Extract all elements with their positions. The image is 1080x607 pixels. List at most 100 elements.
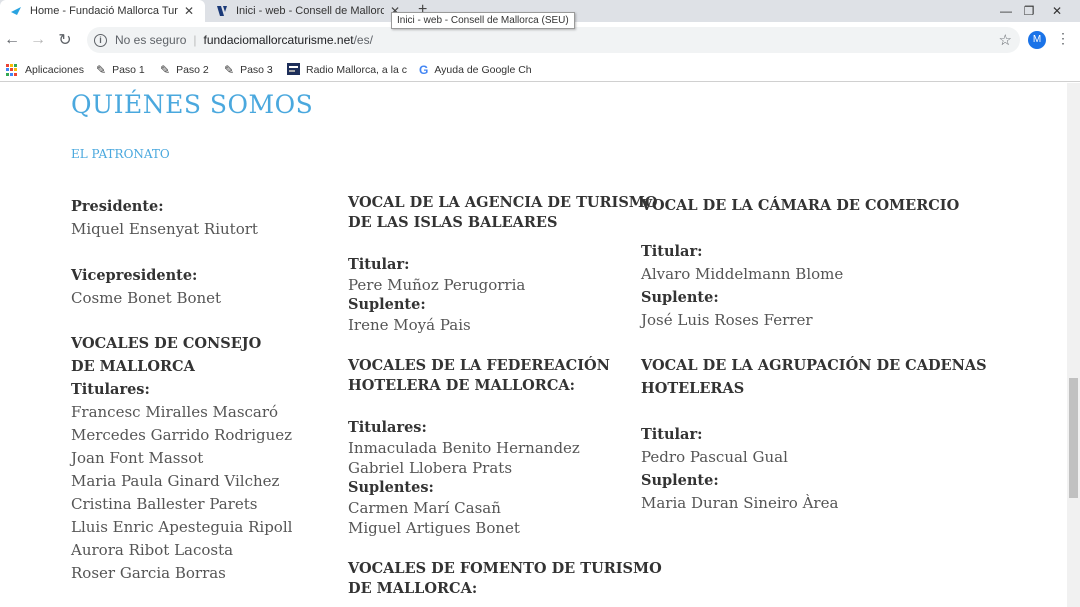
tab-title: Home - Fundació Mallorca Turisme xyxy=(30,5,178,17)
titular-name: Roser Garcia Borras xyxy=(71,564,226,582)
titular-name: Francesc Miralles Mascaró xyxy=(71,403,279,421)
suplente-label: Suplente: xyxy=(641,472,719,489)
suplente-label: Suplente: xyxy=(641,289,719,306)
security-label: No es seguro xyxy=(115,33,187,47)
titular-name: Alvaro Middelmann Blome xyxy=(641,265,844,283)
titular-name: Inmaculada Benito Hernandez xyxy=(348,439,580,457)
bookmark-aplicaciones[interactable]: Aplicaciones xyxy=(6,62,84,78)
tab-title: Inici - web - Consell de Mallorca xyxy=(236,5,384,17)
suplentes-label: Suplentes: xyxy=(348,479,434,496)
suplente-name: Irene Moyá Pais xyxy=(348,316,471,334)
federacion-heading: VOCALES DE LA FEDEREACIÓN xyxy=(348,357,610,374)
page-content: QUIÉNES SOMOS EL PATRONATO Presidente: M… xyxy=(0,83,1067,607)
titular-name: Pere Muñoz Perugorria xyxy=(348,276,526,294)
close-tab-icon[interactable]: ✕ xyxy=(184,4,194,18)
titular-name: Cristina Ballester Parets xyxy=(71,495,258,513)
google-icon: G xyxy=(419,63,429,77)
bookmark-label: Paso 2 xyxy=(176,64,209,76)
titular-name: Joan Font Massot xyxy=(71,449,204,467)
url-host: fundaciomallorcaturisme.net xyxy=(203,33,354,47)
president-name: Miquel Ensenyat Riutort xyxy=(71,220,258,238)
radio-icon xyxy=(287,62,300,78)
back-icon[interactable]: ← xyxy=(2,30,22,50)
titular-name: Lluis Enric Apesteguia Ripoll xyxy=(71,518,293,536)
address-bar[interactable]: i No es seguro | fundaciomallorcaturisme… xyxy=(87,27,1020,53)
titular-name: Gabriel Llobera Prats xyxy=(348,459,513,477)
vicepresident-label: Vicepresidente: xyxy=(71,267,198,284)
suplente-name: Carmen Marí Casañ xyxy=(348,499,501,517)
titular-label: Titular: xyxy=(348,256,410,273)
fomento-heading: DE MALLORCA: xyxy=(348,580,478,597)
url-path: /es/ xyxy=(353,33,373,47)
titular-name: Pedro Pascual Gual xyxy=(641,448,788,466)
pencil-icon: ✎ xyxy=(224,63,235,77)
url-text[interactable]: fundaciomallorcaturisme.net/es/ xyxy=(204,33,373,47)
agrupacion-heading: VOCAL DE LA AGRUPACIÓN DE CADENAS xyxy=(641,357,987,374)
tab-consell-mallorca[interactable]: Inici - web - Consell de Mallorca ✕ xyxy=(206,0,411,22)
suplente-name: Miguel Artigues Bonet xyxy=(348,519,520,537)
bookmark-label: Ayuda de Google Ch xyxy=(434,64,532,76)
titular-name: Maria Paula Ginard Vilchez xyxy=(71,472,280,490)
reload-icon[interactable]: ↻ xyxy=(55,30,75,50)
apps-grid-icon xyxy=(6,64,18,76)
bookmark-label: Paso 3 xyxy=(240,64,273,76)
bookmark-paso-2[interactable]: ✎ Paso 2 xyxy=(160,62,209,78)
menu-icon[interactable]: ⋮ xyxy=(1056,30,1070,47)
suplente-name: Maria Duran Sineiro Àrea xyxy=(641,494,839,512)
bookmark-star-icon[interactable]: ☆ xyxy=(999,31,1012,49)
consell-heading: VOCALES DE CONSEJO xyxy=(71,335,262,352)
tab-tooltip: Inici - web - Consell de Mallorca (SEU) xyxy=(391,12,575,29)
titulares-label: Titulares: xyxy=(71,381,150,398)
page-title: QUIÉNES SOMOS xyxy=(71,90,314,119)
address-separator: | xyxy=(193,33,197,47)
profile-avatar[interactable]: M xyxy=(1028,31,1046,49)
suplente-label: Suplente: xyxy=(348,296,426,313)
bookmarks-bar: Aplicaciones ✎ Paso 1 ✎ Paso 2 ✎ Paso 3 … xyxy=(0,58,1080,82)
page-scrollbar[interactable] xyxy=(1067,83,1080,607)
bookmark-label: Radio Mallorca, a la c xyxy=(306,64,407,76)
forward-icon[interactable]: → xyxy=(28,30,48,50)
bookmark-label: Paso 1 xyxy=(112,64,145,76)
consell-heading: DE MALLORCA xyxy=(71,358,195,375)
camara-heading: VOCAL DE LA CÁMARA DE COMERCIO xyxy=(641,197,960,214)
titular-label: Titular: xyxy=(641,426,703,443)
column-vocales-turismo: VOCAL DE LA AGENCIA DE TURISMO DE LAS IS… xyxy=(348,193,662,599)
federacion-heading: HOTELERA DE MALLORCA: xyxy=(348,377,575,394)
restore-button[interactable]: ❐ xyxy=(1016,0,1042,22)
close-window-button[interactable]: ✕ xyxy=(1044,0,1070,22)
scrollbar-thumb[interactable] xyxy=(1069,378,1078,498)
titular-name: Aurora Ribot Lacosta xyxy=(71,541,234,559)
column-presidencia: Presidente: Miquel Ensenyat Riutort Vice… xyxy=(71,195,292,585)
bookmark-label: Aplicaciones xyxy=(25,64,84,76)
section-subtitle[interactable]: EL PATRONATO xyxy=(71,147,170,161)
titulares-label: Titulares: xyxy=(348,419,427,436)
pencil-icon: ✎ xyxy=(160,63,171,77)
bookmark-paso-1[interactable]: ✎ Paso 1 xyxy=(96,62,145,78)
fomento-heading: VOCALES DE FOMENTO DE TURISMO xyxy=(348,560,662,577)
agencia-heading: VOCAL DE LA AGENCIA DE TURISMO xyxy=(348,194,658,211)
bookmark-ayuda-google[interactable]: G Ayuda de Google Ch xyxy=(419,62,532,78)
column-vocales-comercio: VOCAL DE LA CÁMARA DE COMERCIO Titular: … xyxy=(641,194,987,515)
bookmark-paso-3[interactable]: ✎ Paso 3 xyxy=(224,62,273,78)
titular-name: Mercedes Garrido Rodriguez xyxy=(71,426,293,444)
pencil-icon: ✎ xyxy=(96,63,107,77)
tab-fundacio-mallorca[interactable]: Home - Fundació Mallorca Turisme ✕ xyxy=(0,0,205,22)
titular-label: Titular: xyxy=(641,243,703,260)
agrupacion-heading: HOTELERAS xyxy=(641,380,745,397)
bookmark-radio-mallorca[interactable]: Radio Mallorca, a la c xyxy=(287,62,407,78)
info-icon[interactable]: i xyxy=(94,33,107,47)
president-label: Presidente: xyxy=(71,198,164,215)
fundacio-favicon-icon xyxy=(9,4,23,18)
consell-favicon-icon xyxy=(215,4,229,18)
suplente-name: José Luis Roses Ferrer xyxy=(641,311,813,329)
agencia-heading: DE LAS ISLAS BALEARES xyxy=(348,214,558,231)
